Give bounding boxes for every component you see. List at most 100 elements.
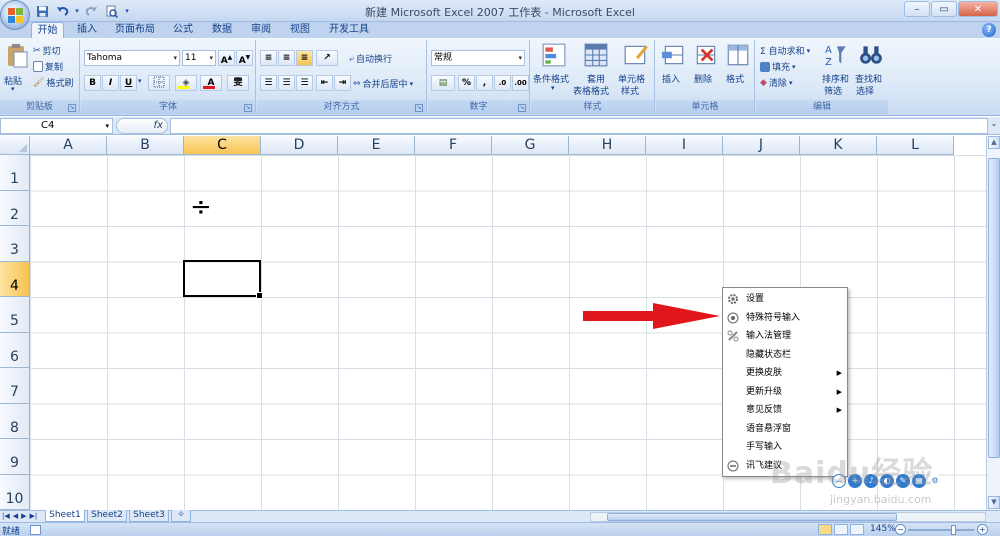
column-header-k[interactable]: K: [800, 136, 877, 155]
formula-input[interactable]: [170, 118, 988, 134]
normal-view-button[interactable]: [818, 524, 832, 535]
column-header-j[interactable]: J: [723, 136, 800, 155]
scroll-up-icon[interactable]: ▲: [988, 136, 1000, 149]
column-header-b[interactable]: B: [107, 136, 184, 155]
row-header-5[interactable]: 5: [0, 297, 30, 333]
vertical-scrollbar[interactable]: ▲ ▼: [986, 136, 1000, 510]
zoom-slider-track[interactable]: [908, 529, 974, 531]
align-middle-button[interactable]: ≡: [278, 50, 295, 66]
menu-item-8[interactable]: 语音悬浮窗: [723, 420, 847, 438]
restore-button[interactable]: ▭: [931, 1, 957, 17]
column-header-e[interactable]: E: [338, 136, 415, 155]
cell-styles-button[interactable]: 单元格 样式: [617, 42, 653, 98]
last-sheet-icon[interactable]: ▶|: [30, 511, 38, 522]
page-break-view-button[interactable]: [850, 524, 864, 535]
align-bottom-button[interactable]: ≡: [296, 50, 313, 66]
zoom-slider-thumb[interactable]: [951, 525, 956, 535]
clear-button[interactable]: ◆ 清除 ▾: [760, 76, 792, 90]
horizontal-scroll-thumb[interactable]: [607, 513, 897, 521]
align-right-button[interactable]: ☰: [296, 75, 313, 91]
underline-dropdown-icon[interactable]: ▾: [138, 77, 142, 85]
borders-button[interactable]: [148, 75, 170, 91]
grow-font-button[interactable]: A▲: [218, 50, 235, 66]
number-format-combo[interactable]: 常规 ▾: [431, 50, 525, 66]
active-cell-c4[interactable]: [183, 260, 263, 299]
column-header-a[interactable]: A: [30, 136, 107, 155]
tab-data[interactable]: 数据: [207, 22, 237, 38]
cut-button[interactable]: ✂ 剪切: [33, 44, 61, 58]
column-header-g[interactable]: G: [492, 136, 569, 155]
conditional-format-button[interactable]: 条件格式 ▾: [533, 42, 575, 98]
zoom-level[interactable]: 145%: [870, 524, 896, 534]
sheet-tab-3[interactable]: Sheet3: [129, 510, 169, 522]
font-name-combo[interactable]: Tahoma ▾: [84, 50, 180, 66]
sheet-tab-1[interactable]: Sheet1: [45, 510, 85, 522]
name-box[interactable]: C4 ▾: [0, 118, 113, 134]
clipboard-launcher-icon[interactable]: ↘: [68, 104, 76, 112]
menu-item-5[interactable]: 更换皮肤 ▶: [723, 364, 847, 382]
tab-review[interactable]: 审阅: [246, 22, 276, 38]
percent-button[interactable]: %: [458, 75, 475, 91]
align-center-button[interactable]: ☰: [278, 75, 295, 91]
font-size-combo[interactable]: 11 ▾: [182, 50, 216, 66]
tab-view[interactable]: 视图: [285, 22, 315, 38]
row-header-2[interactable]: 2: [0, 190, 30, 226]
menu-item-1[interactable]: 设置: [723, 290, 847, 308]
tab-page-layout[interactable]: 页面布局: [110, 22, 160, 38]
minimize-button[interactable]: –: [904, 1, 930, 17]
zoom-in-icon[interactable]: +: [977, 524, 988, 535]
format-painter-button[interactable]: 🖌 格式刷: [33, 76, 73, 90]
find-select-button[interactable]: 查找和 选择: [854, 42, 886, 98]
underline-button[interactable]: U: [120, 75, 137, 91]
paste-button[interactable]: 粘贴 ▾: [2, 43, 28, 93]
alignment-launcher-icon[interactable]: ↘: [415, 104, 423, 112]
tab-insert[interactable]: 插入: [72, 22, 102, 38]
fill-color-button[interactable]: ◈: [175, 75, 197, 91]
page-layout-view-button[interactable]: [834, 524, 848, 535]
tab-home[interactable]: 开始: [31, 22, 64, 39]
font-color-button[interactable]: A: [200, 75, 222, 91]
row-header-7[interactable]: 7: [0, 368, 30, 404]
tab-developer[interactable]: 开发工具: [324, 22, 374, 38]
insert-function-button[interactable]: fx: [116, 118, 168, 134]
help-icon[interactable]: ?: [982, 23, 996, 37]
format-cells-button[interactable]: 格式: [722, 42, 752, 98]
column-header-h[interactable]: H: [569, 136, 646, 155]
menu-item-6[interactable]: 更新升级 ▶: [723, 383, 847, 401]
insert-cells-button[interactable]: 插入: [658, 42, 688, 98]
prev-sheet-icon[interactable]: ◀: [13, 511, 18, 522]
autosum-button[interactable]: Σ 自动求和 ▾: [760, 44, 810, 58]
decrease-indent-button[interactable]: ⇤: [316, 75, 333, 91]
row-header-9[interactable]: 9: [0, 439, 30, 475]
menu-item-7[interactable]: 意见反馈 ▶: [723, 401, 847, 419]
orientation-button[interactable]: ↗: [316, 50, 338, 66]
align-top-button[interactable]: ≡: [260, 50, 277, 66]
font-launcher-icon[interactable]: ↘: [244, 104, 252, 112]
italic-button[interactable]: I: [102, 75, 119, 91]
sheet-tab-2[interactable]: Sheet2: [87, 510, 127, 522]
menu-item-3[interactable]: 输入法管理: [723, 327, 847, 345]
column-header-i[interactable]: I: [646, 136, 723, 155]
delete-cells-button[interactable]: 删除: [690, 42, 720, 98]
office-button[interactable]: [0, 0, 30, 30]
zoom-out-icon[interactable]: −: [895, 524, 906, 535]
format-as-table-button[interactable]: 套用 表格格式: [573, 42, 615, 98]
sort-filter-button[interactable]: AZ 排序和 筛选: [820, 42, 852, 98]
scroll-down-icon[interactable]: ▼: [988, 496, 1000, 509]
row-header-3[interactable]: 3: [0, 226, 30, 262]
number-launcher-icon[interactable]: ↘: [518, 104, 526, 112]
record-macro-icon[interactable]: [30, 525, 41, 535]
menu-item-2[interactable]: 特殊符号输入: [723, 309, 847, 327]
horizontal-scrollbar[interactable]: [590, 512, 986, 522]
row-header-1[interactable]: 1: [0, 155, 30, 191]
comma-button[interactable]: ,: [476, 75, 493, 91]
tab-formulas[interactable]: 公式: [168, 22, 198, 38]
increase-decimal-button[interactable]: .0: [494, 75, 511, 91]
align-left-button[interactable]: ☰: [260, 75, 277, 91]
next-sheet-icon[interactable]: ▶: [21, 511, 26, 522]
fill-button[interactable]: 填充 ▾: [760, 60, 796, 73]
wrap-text-button[interactable]: ⤶ 自动换行: [349, 52, 392, 66]
column-header-l[interactable]: L: [877, 136, 954, 155]
column-header-d[interactable]: D: [261, 136, 338, 155]
merge-center-button[interactable]: ⇔ 合并后居中 ▾: [353, 77, 413, 91]
